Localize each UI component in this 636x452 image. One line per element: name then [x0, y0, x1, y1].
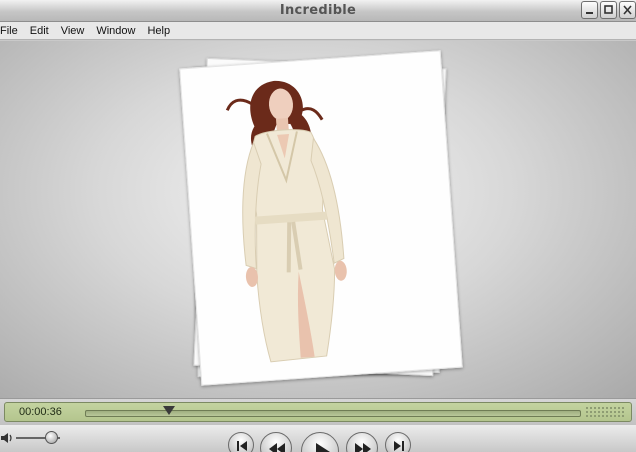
skip-forward-icon [394, 441, 404, 451]
resize-grip[interactable] [585, 406, 625, 418]
menu-view[interactable]: View [61, 25, 91, 37]
lcd-display: 00:00:36 [4, 402, 632, 422]
maximize-icon [604, 5, 613, 14]
play-icon [316, 443, 330, 452]
menu-window[interactable]: Window [96, 25, 141, 37]
rewind-icon [269, 443, 285, 452]
transport-controls [0, 425, 636, 452]
maximize-button[interactable] [600, 1, 617, 19]
scrub-track[interactable] [85, 410, 581, 417]
menu-file[interactable]: File [0, 25, 24, 37]
timeline-bar: 00:00:36 [0, 398, 636, 425]
minimize-icon [586, 12, 593, 14]
close-button[interactable] [619, 1, 636, 19]
playhead[interactable] [163, 406, 176, 415]
fast-forward-button[interactable] [346, 432, 378, 452]
speaker-icon[interactable] [0, 431, 14, 445]
volume-knob[interactable] [45, 431, 59, 444]
window-title: Incredible [279, 3, 357, 18]
video-area[interactable] [0, 41, 636, 398]
skip-forward-button[interactable] [385, 432, 411, 452]
window-controls [581, 1, 636, 19]
skip-back-button[interactable] [228, 432, 254, 452]
minimize-button[interactable] [581, 1, 598, 19]
fast-forward-icon [355, 443, 371, 452]
timecode: 00:00:36 [19, 406, 62, 418]
menu-help[interactable]: Help [147, 25, 176, 37]
menu-edit[interactable]: Edit [30, 25, 55, 37]
menu-bar: File Edit View Window Help [0, 22, 636, 40]
photo-card-front [179, 50, 463, 386]
title-bar: Incredible [0, 0, 636, 22]
skip-back-icon [237, 441, 247, 451]
play-button[interactable] [301, 432, 339, 452]
close-icon [623, 5, 632, 15]
rewind-button[interactable] [260, 432, 292, 452]
model-photo [225, 80, 347, 363]
